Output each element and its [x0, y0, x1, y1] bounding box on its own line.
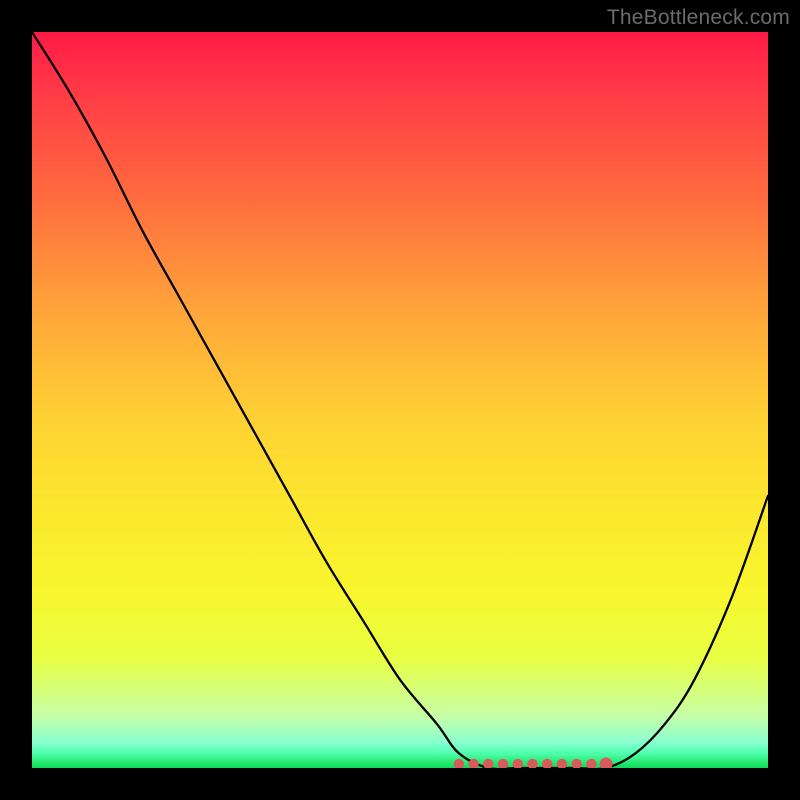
chart-frame: TheBottleneck.com [0, 0, 800, 800]
valley-dot [571, 759, 581, 768]
valley-dot [600, 758, 613, 769]
valley-dot [498, 759, 508, 768]
valley-dot [454, 759, 464, 768]
valley-dot [586, 759, 596, 768]
valley-dot [513, 759, 523, 768]
valley-dot [557, 759, 567, 768]
valley-dots [454, 758, 613, 769]
valley-dot [542, 759, 552, 768]
valley-dot [527, 759, 537, 768]
chart-svg [32, 32, 768, 768]
chart-plot-area [32, 32, 768, 768]
bottleneck-curve [32, 32, 768, 768]
watermark-text: TheBottleneck.com [607, 6, 790, 30]
valley-dot [483, 759, 493, 768]
